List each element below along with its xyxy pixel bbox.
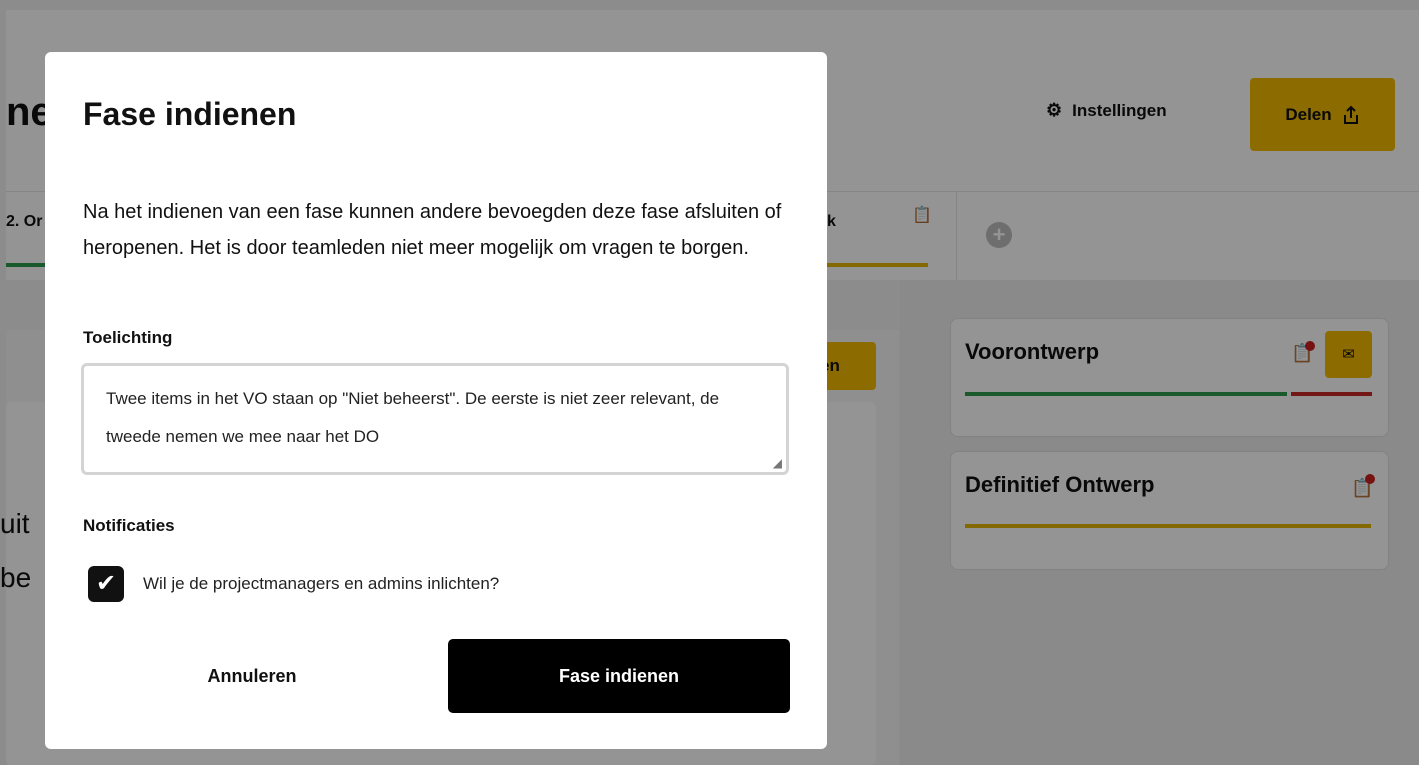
dialog-title: Fase indienen (83, 96, 297, 132)
notifications-label: Notificaties (83, 516, 175, 535)
submit-phase-dialog: Fase indienen Na het indienen van een fa… (45, 52, 827, 749)
cancel-button[interactable]: Annuleren (143, 639, 361, 713)
checkmark-icon: ✔ (95, 570, 117, 597)
explanation-label: Toelichting (83, 328, 173, 347)
notify-checkbox[interactable]: ✔ (88, 566, 124, 602)
dialog-description: Na het indienen van een fase kunnen ande… (83, 201, 782, 259)
submit-phase-button[interactable]: Fase indienen (448, 639, 790, 713)
explanation-field-wrapper: ◢ (81, 363, 789, 475)
resize-handle-icon[interactable]: ◢ (773, 457, 782, 469)
notify-checkbox-label[interactable]: Wil je de projectmanagers en admins inli… (143, 574, 499, 594)
explanation-textarea[interactable] (84, 366, 786, 472)
